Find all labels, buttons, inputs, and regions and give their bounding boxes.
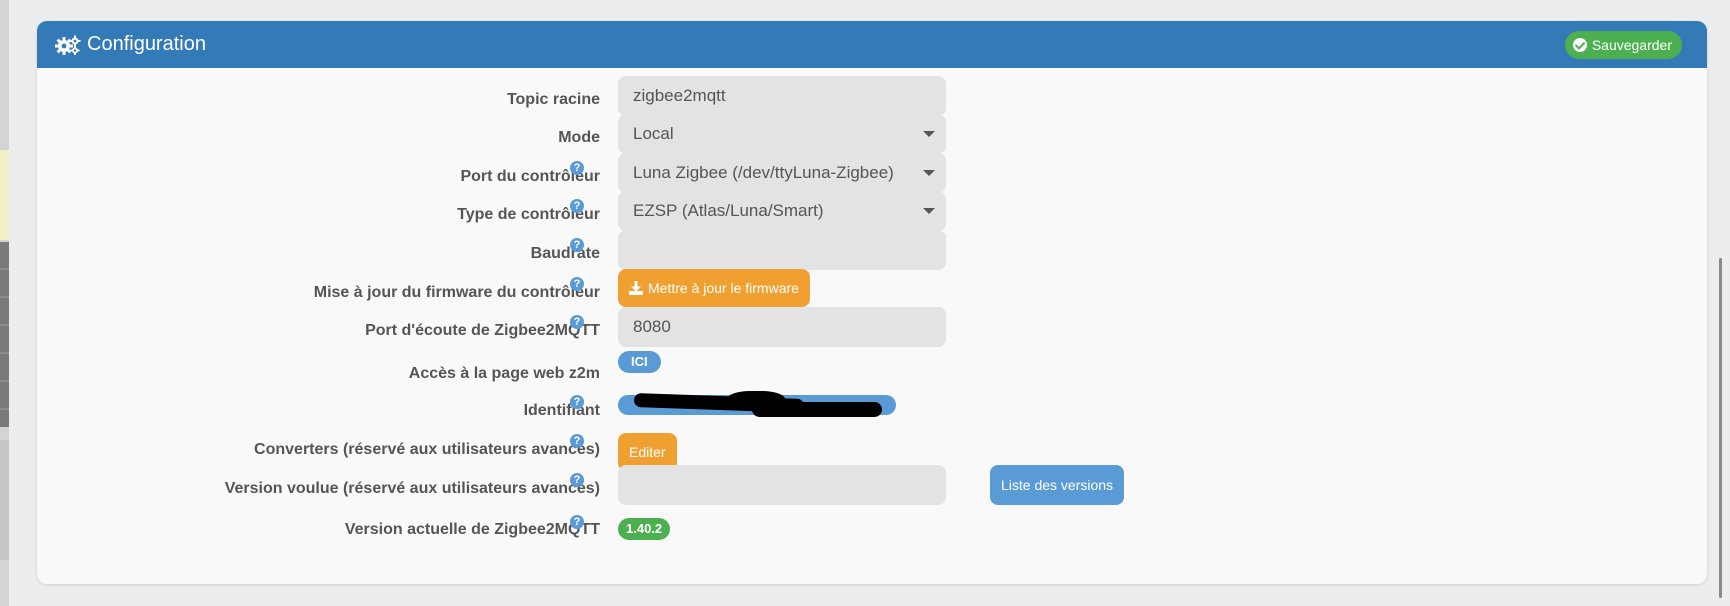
label-baudrate: Baudrate xyxy=(530,245,600,262)
cogs-icon xyxy=(55,35,81,55)
check-circle-icon xyxy=(1572,38,1587,52)
sidebar-items xyxy=(0,242,9,427)
save-button-label: Sauvegarder xyxy=(1591,37,1672,53)
panel-title-text: Configuration xyxy=(87,33,206,55)
help-icon[interactable]: ? xyxy=(570,199,584,213)
panel-header: Configuration Sauvegarder xyxy=(37,21,1707,68)
redaction-mark xyxy=(752,402,882,417)
sidebar-highlight xyxy=(0,150,9,240)
label-identifiant: Identifiant xyxy=(523,402,600,419)
help-icon[interactable]: ? xyxy=(570,161,584,175)
label-port-ecoute: Port d'écoute de Zigbee2MQTT xyxy=(365,322,600,339)
panel-title: Configuration xyxy=(55,21,206,68)
label-mode: Mode xyxy=(558,129,600,146)
mode-select[interactable]: Local xyxy=(618,114,946,154)
update-firmware-label: Mettre à jour le firmware xyxy=(648,280,799,296)
help-icon[interactable]: ? xyxy=(570,395,584,409)
baudrate-input[interactable] xyxy=(618,230,946,270)
version-list-button[interactable]: Liste des versions xyxy=(990,465,1125,505)
help-icon[interactable]: ? xyxy=(570,473,584,487)
port-controleur-select[interactable]: Luna Zigbee (/dev/ttyLuna-Zigbee) xyxy=(618,153,946,193)
port-ecoute-input[interactable]: 8080 xyxy=(618,307,946,347)
topic-racine-input[interactable]: zigbee2mqtt xyxy=(618,76,946,116)
version-voulue-input[interactable] xyxy=(618,465,946,505)
configuration-panel: Configuration Sauvegarder Topic racine z… xyxy=(37,21,1707,584)
help-icon[interactable]: ? xyxy=(570,434,584,448)
scrollbar-thumb[interactable] xyxy=(1719,258,1722,598)
label-firmware: Mise à jour du firmware du contrôleur xyxy=(313,284,600,301)
current-version-badge: 1.40.2 xyxy=(618,518,671,540)
web-link-button[interactable]: ICI xyxy=(618,351,661,373)
label-acces-web: Accès à la page web z2m xyxy=(408,365,600,382)
type-controleur-select[interactable]: EZSP (Atlas/Luna/Smart) xyxy=(618,191,946,231)
sidebar-footer xyxy=(0,440,9,560)
label-version-voulue: Version voulue (réservé aux utilisateurs… xyxy=(224,480,600,497)
background-sidebar xyxy=(0,0,9,606)
save-button[interactable]: Sauvegarder xyxy=(1564,31,1682,59)
help-icon[interactable]: ? xyxy=(570,315,584,329)
download-icon xyxy=(629,281,643,295)
label-topic-racine: Topic racine xyxy=(506,91,600,108)
help-icon[interactable]: ? xyxy=(570,515,584,529)
label-version-actuelle: Version actuelle de Zigbee2MQTT xyxy=(344,521,600,538)
help-icon[interactable]: ? xyxy=(570,277,584,291)
help-icon[interactable]: ? xyxy=(570,238,584,252)
edit-converters-label: Editer xyxy=(629,444,666,460)
label-converters: Converters (réservé aux utilisateurs ava… xyxy=(254,441,600,458)
update-firmware-button[interactable]: Mettre à jour le firmware xyxy=(618,269,810,307)
